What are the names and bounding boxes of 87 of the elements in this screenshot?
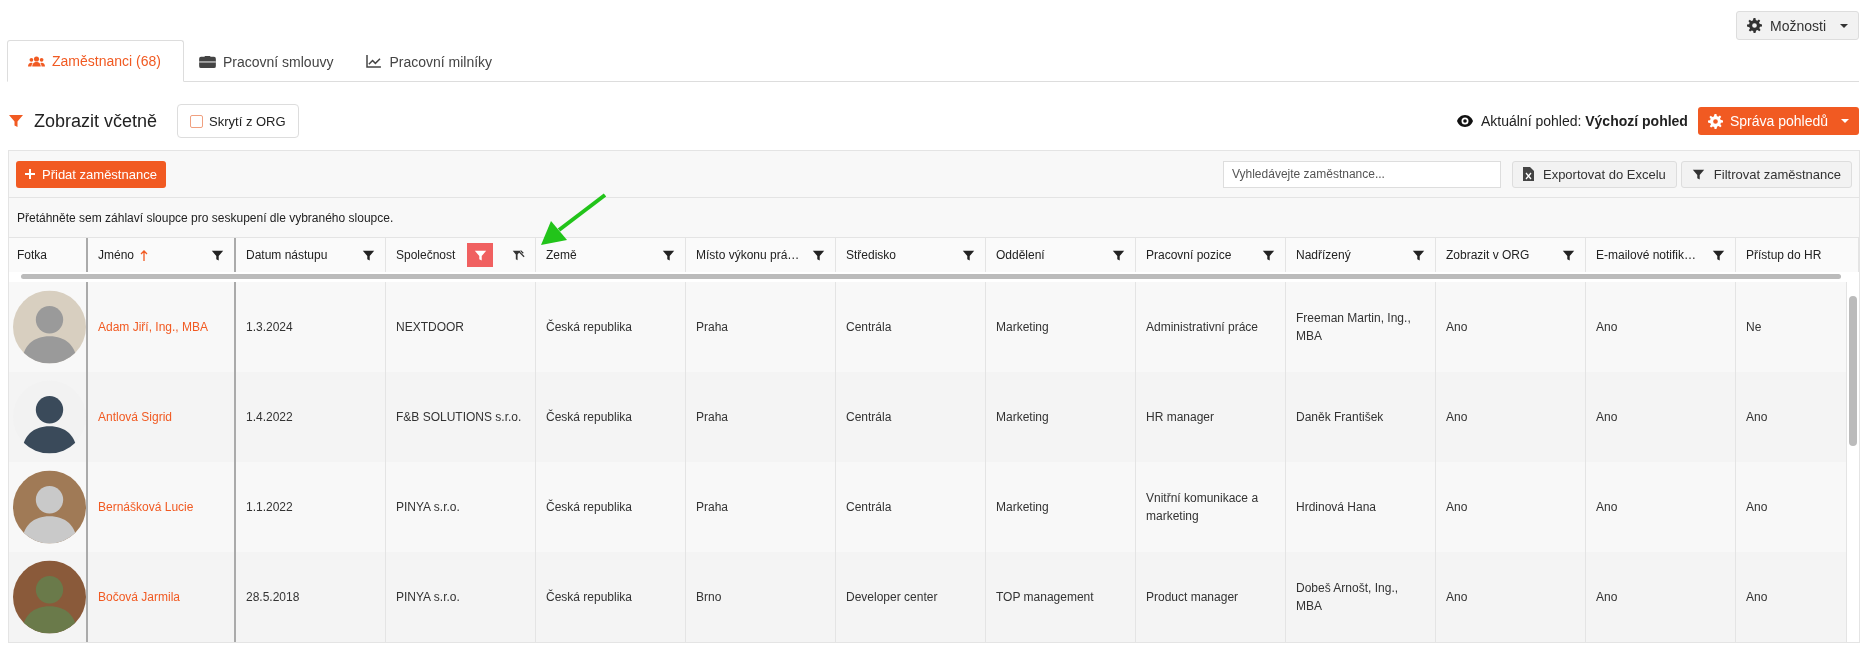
filter-employees-button[interactable]: Filtrovat zaměstnance — [1680, 160, 1852, 188]
table-cell-text: Ano — [1746, 589, 1768, 606]
table-cell-text: Centrála — [846, 409, 892, 426]
filter-icon[interactable] — [962, 248, 975, 262]
excel-file-icon — [1522, 167, 1534, 181]
column-header[interactable]: Fotka — [17, 248, 47, 262]
sort-up-arrow-icon[interactable] — [140, 249, 149, 261]
filter-icon — [473, 248, 487, 262]
caret-icon — [1841, 119, 1849, 123]
table-cell-text: PINYA s.r.o. — [396, 499, 460, 516]
filter-icon[interactable] — [1412, 248, 1425, 262]
table-cell-text: Ano — [1596, 589, 1618, 606]
table-cell-text: Marketing — [996, 319, 1049, 336]
table-cell-text: Ne — [1746, 319, 1762, 336]
filter-icon[interactable] — [812, 248, 825, 262]
table-cell-text: Ano — [1446, 499, 1468, 516]
filter-icon[interactable] — [1712, 248, 1725, 262]
users-icon — [28, 54, 45, 68]
gear-icon — [1707, 113, 1723, 129]
clear-filter-icon[interactable] — [511, 248, 525, 262]
search-field[interactable]: Vyhledávejte zaměstnance... — [1222, 160, 1501, 188]
table-cell-text: Ano — [1596, 499, 1618, 516]
table-cell-text: Developer center — [846, 589, 938, 606]
briefcase-icon — [198, 55, 216, 68]
filter-icon[interactable] — [662, 248, 675, 262]
table-cell-text: Dobeš Arnošt, Ing., MBA — [1296, 580, 1400, 615]
table-cell: Česká republika — [546, 408, 633, 426]
table-cell-text: F&B SOLUTIONS s.r.o. — [396, 409, 522, 426]
table-cell-text: 28.5.2018 — [246, 589, 300, 606]
table-cell-text: Praha — [696, 409, 729, 426]
table-cell-text: Daněk František — [1296, 409, 1384, 426]
table-cell-text: TOP management — [996, 589, 1094, 606]
table-cell-text: Freeman Martin, Ing., MBA — [1296, 310, 1412, 345]
table-cell-text: Praha — [696, 499, 729, 516]
table-cell-text: Hrdinová Hana — [1296, 499, 1377, 516]
active-filter-button[interactable] — [467, 243, 493, 267]
caret-icon — [1840, 23, 1848, 28]
filter-icon[interactable] — [1112, 248, 1125, 262]
tab[interactable]: Pracovní smlouvy — [183, 40, 351, 82]
column-header[interactable]: Nadřízený — [1296, 248, 1351, 262]
vertical-scrollbar[interactable] — [1847, 282, 1859, 642]
current-view-label: Aktuální pohled: Výchozí pohled — [1480, 113, 1688, 129]
column-header[interactable]: Společnost — [396, 248, 456, 262]
options-button[interactable]: Možnosti — [1735, 11, 1859, 40]
filter-icon[interactable] — [1262, 248, 1275, 262]
column-header[interactable]: Oddělení — [996, 248, 1045, 262]
table-cell: Česká republika — [546, 498, 633, 516]
plus-icon — [25, 169, 35, 179]
table-cell-text: Centrála — [846, 319, 892, 336]
table-cell-text: Ano — [1596, 409, 1618, 426]
table-cell-text: 1.4.2022 — [246, 409, 293, 426]
table-cell-text: NEXTDOOR — [396, 319, 464, 336]
table-cell-text: Marketing — [996, 409, 1049, 426]
filter-icon[interactable] — [1691, 167, 1705, 181]
column-header[interactable]: Jméno — [98, 248, 135, 262]
table-cell-text: Ano — [1746, 409, 1768, 426]
checkbox[interactable]: Skrytí z ORG — [177, 104, 299, 138]
filter-icon[interactable] — [1562, 248, 1575, 262]
table-cell-text: 1.1.2022 — [246, 499, 293, 516]
table-cell-text: PINYA s.r.o. — [396, 589, 460, 606]
table-cell-text: HR manager — [1146, 409, 1215, 426]
filter-icon[interactable] — [362, 248, 375, 262]
table-cell-text: Praha — [696, 319, 729, 336]
table-cell-text: Centrála — [846, 499, 892, 516]
column-header[interactable]: Středisko — [846, 248, 897, 262]
table-cell-text: Product manager — [1146, 589, 1239, 606]
table-cell: Česká republika — [546, 588, 633, 606]
line-chart-icon — [365, 55, 383, 68]
gear-icon — [1746, 18, 1762, 33]
table-cell-text: Brno — [696, 589, 722, 606]
export-button[interactable]: Exportovat do Excelu — [1511, 160, 1677, 188]
table-cell-text: 1.3.2024 — [246, 319, 293, 336]
table-cell: Česká republika — [546, 318, 633, 336]
group-hint: Přetáhněte sem záhlaví sloupce pro seskupení dle vybraného sloupce. — [17, 210, 394, 225]
table-cell-text: Ano — [1446, 589, 1468, 606]
tab[interactable]: Pracovní milníky — [350, 40, 510, 82]
table-cell-text: Ano — [1746, 499, 1768, 516]
table-cell-text: Administrativní práce — [1146, 319, 1259, 336]
table-cell-text: Ano — [1446, 409, 1468, 426]
table-cell-text: Marketing — [996, 499, 1049, 516]
eye-icon — [1456, 115, 1473, 127]
section-title: Zobrazit včetně — [34, 110, 158, 132]
table-cell-text: Ano — [1446, 319, 1468, 336]
filter-icon[interactable] — [211, 248, 224, 262]
table-cell-text: Ano — [1596, 319, 1618, 336]
column-header[interactable]: Země — [546, 248, 577, 262]
table-cell-text: Vnitřní komunikace a marketing — [1146, 490, 1260, 525]
